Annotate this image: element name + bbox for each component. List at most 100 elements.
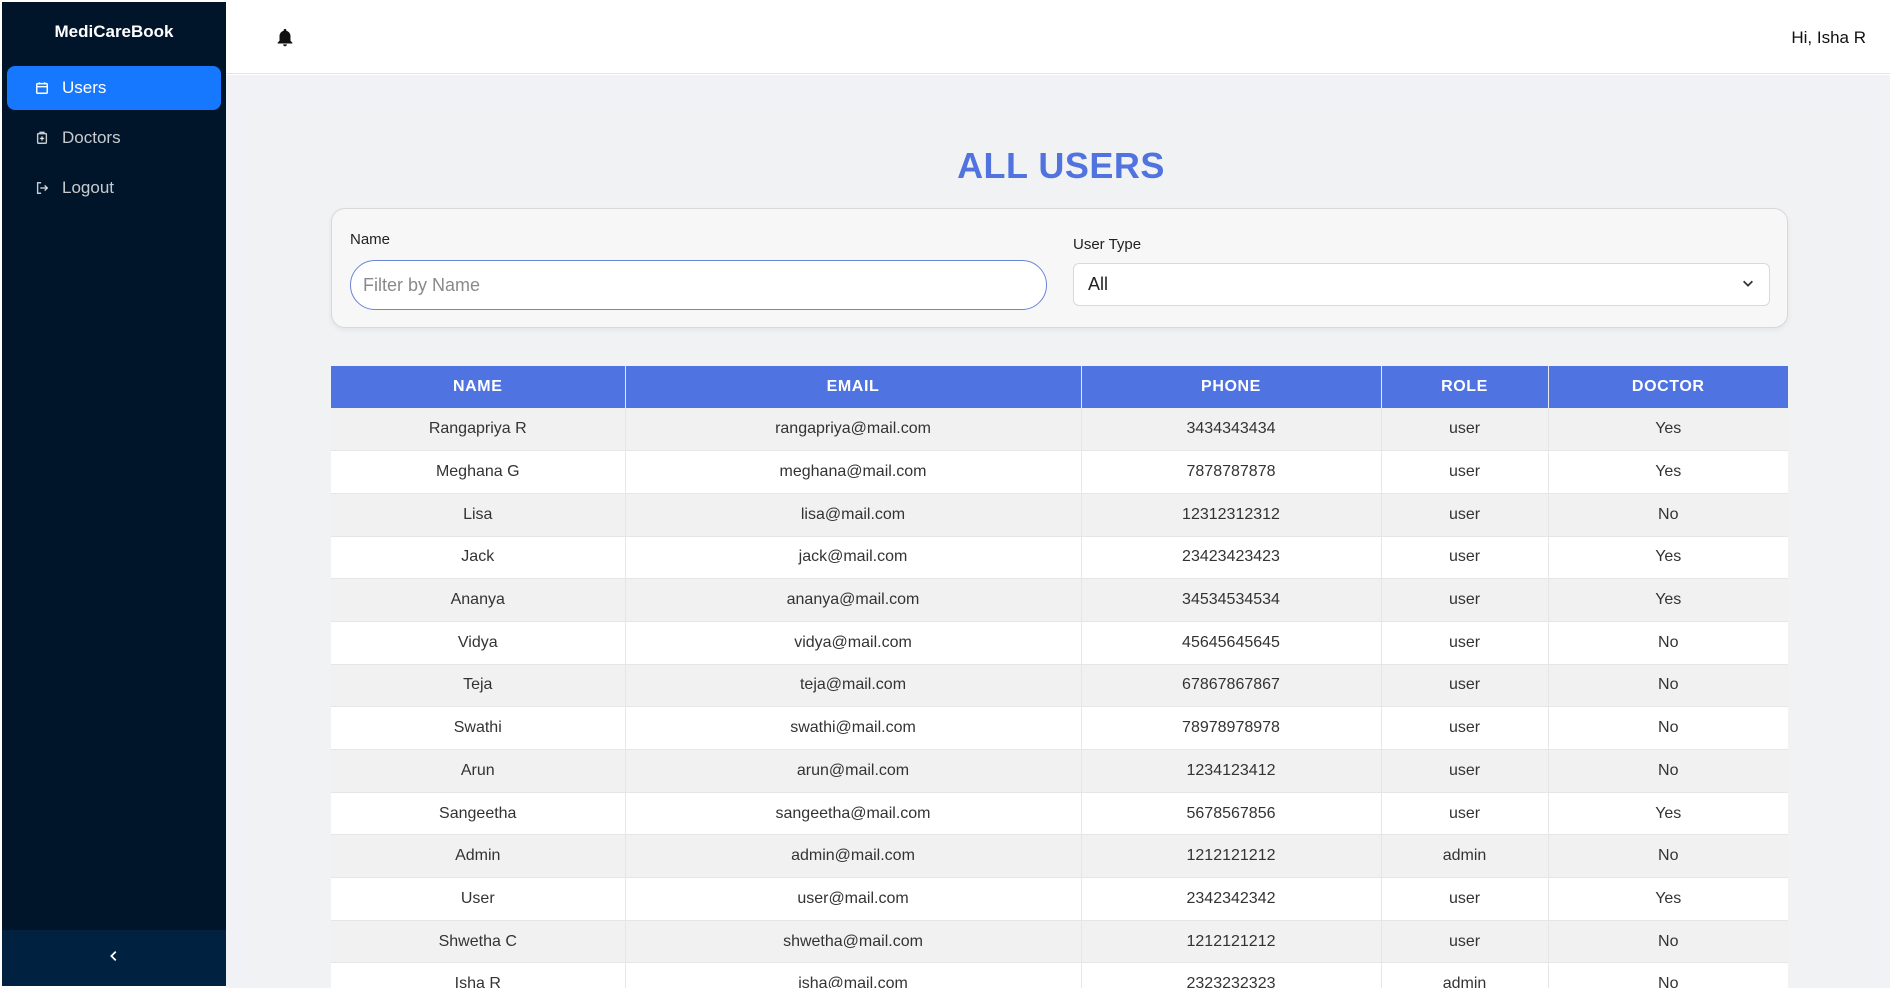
sidebar-item-label: Users bbox=[62, 78, 107, 97]
cell-name: Arun bbox=[331, 749, 626, 793]
cell-email: rangapriya@mail.com bbox=[625, 408, 1082, 452]
column-header-role[interactable]: ROLE bbox=[1381, 366, 1549, 408]
cell-role: user bbox=[1381, 792, 1549, 836]
cell-role: admin bbox=[1381, 834, 1549, 879]
cell-email: jack@mail.com bbox=[625, 536, 1082, 580]
cell-email: vidya@mail.com bbox=[625, 621, 1082, 665]
sidebar-collapse-button[interactable] bbox=[2, 930, 226, 986]
cell-email: isha@mail.com bbox=[625, 962, 1082, 988]
user-type-select[interactable]: All bbox=[1073, 263, 1770, 306]
user-type-label: User Type bbox=[1073, 236, 1142, 253]
table-row[interactable]: Isha Risha@mail.com 2323232323 admin No bbox=[331, 962, 1788, 988]
user-greeting[interactable]: Hi, Isha R bbox=[1791, 28, 1866, 48]
cell-doctor: Yes bbox=[1548, 792, 1788, 836]
cell-name: Sangeetha bbox=[331, 792, 626, 836]
table-row[interactable]: Sangeetha sangeetha@mail.com 5678567856 use… bbox=[331, 792, 1788, 836]
cell-phone: 7878787878 bbox=[1081, 450, 1382, 494]
sidebar-item-logout[interactable]: Logout bbox=[7, 166, 221, 210]
cell-phone: 2323232323 bbox=[1081, 962, 1382, 988]
bell-icon[interactable] bbox=[274, 27, 296, 49]
table-row[interactable]: Meghana Gmeghana@mail.com 7878787878 user Y… bbox=[331, 450, 1788, 494]
cell-email: shwetha@mail.com bbox=[625, 920, 1082, 964]
filter-card: Name User Type All bbox=[331, 208, 1788, 328]
table-row[interactable]: Admin admin@mail.com 1212121212 admin No bbox=[331, 834, 1788, 879]
table-row[interactable]: Swathi swathi@mail.com 78978978978 user No bbox=[331, 706, 1788, 750]
cell-name: Ananya bbox=[331, 578, 626, 622]
column-header-doctor[interactable]: DOCTOR bbox=[1548, 366, 1788, 408]
cell-phone: 67867867867 bbox=[1081, 664, 1382, 708]
cell-name: Teja bbox=[331, 664, 626, 708]
cell-role: user bbox=[1381, 536, 1549, 580]
chevron-left-icon bbox=[107, 949, 121, 968]
cell-role: user bbox=[1381, 664, 1549, 708]
cell-name: User bbox=[331, 877, 626, 921]
column-header-email[interactable]: EMAIL bbox=[625, 366, 1082, 408]
table-row[interactable]: Shwetha Cshwetha@mail.com 1212121212 user N… bbox=[331, 920, 1788, 964]
table-header-row: NAME EMAIL PHONE ROLE DOCTOR bbox=[331, 366, 1788, 408]
sidebar-item-doctors[interactable]: Doctors bbox=[7, 116, 221, 160]
cell-email: user@mail.com bbox=[625, 877, 1082, 921]
cell-name: Meghana G bbox=[331, 450, 626, 494]
cell-email: arun@mail.com bbox=[625, 749, 1082, 793]
table-row[interactable]: Ananya ananya@mail.com 34534534534 user Yes bbox=[331, 578, 1788, 622]
cell-phone: 78978978978 bbox=[1081, 706, 1382, 750]
table-row[interactable]: Rangapriya Rrangapriya@mail.com 343434343… bbox=[331, 408, 1788, 452]
cell-doctor: Yes bbox=[1548, 536, 1788, 580]
table-row[interactable]: Teja teja@mail.com 67867867867 user No bbox=[331, 664, 1788, 708]
cell-doctor: No bbox=[1548, 920, 1788, 964]
sidebar-item-users[interactable]: Users bbox=[7, 66, 221, 110]
cell-doctor: Yes bbox=[1548, 408, 1788, 452]
name-filter-label: Name bbox=[350, 231, 391, 248]
table-body: Rangapriya Rrangapriya@mail.com 343434343… bbox=[331, 408, 1788, 988]
cell-email: meghana@mail.com bbox=[625, 450, 1082, 494]
table-row[interactable]: Jack jack@mail.com 23423423423 user Yes bbox=[331, 536, 1788, 580]
cell-role: user bbox=[1381, 578, 1549, 622]
column-header-name[interactable]: NAME bbox=[331, 366, 626, 408]
cell-role: user bbox=[1381, 408, 1549, 452]
name-filter-input[interactable] bbox=[350, 260, 1047, 310]
cell-doctor: No bbox=[1548, 493, 1788, 537]
cell-doctor: Yes bbox=[1548, 578, 1788, 622]
cell-phone: 12312312312 bbox=[1081, 493, 1382, 537]
table-row[interactable]: Lisa lisa@mail.com 12312312312 user No bbox=[331, 493, 1788, 537]
sidebar-item-label: Doctors bbox=[62, 128, 121, 147]
cell-name: Vidya bbox=[331, 621, 626, 665]
cell-phone: 3434343434 bbox=[1081, 408, 1382, 452]
logout-icon bbox=[34, 180, 50, 196]
table-row[interactable]: Vidya vidya@mail.com 45645645645 user No bbox=[331, 621, 1788, 665]
cell-phone: 1212121212 bbox=[1081, 834, 1382, 879]
cell-email: admin@mail.com bbox=[625, 834, 1082, 879]
cell-phone: 45645645645 bbox=[1081, 621, 1382, 665]
table-row[interactable]: User user@mail.com 2342342342 user Yes bbox=[331, 877, 1788, 921]
app-logo: MediCareBook bbox=[54, 22, 174, 41]
table-row[interactable]: Arun arun@mail.com 1234123412 user No bbox=[331, 749, 1788, 793]
cell-doctor: Yes bbox=[1548, 877, 1788, 921]
cell-role: user bbox=[1381, 706, 1549, 750]
cell-doctor: No bbox=[1548, 749, 1788, 793]
cell-name: Rangapriya R bbox=[331, 408, 626, 452]
cell-email: teja@mail.com bbox=[625, 664, 1082, 708]
sidebar-menu: Users Doctors Logout bbox=[2, 62, 226, 220]
cell-email: ananya@mail.com bbox=[625, 578, 1082, 622]
user-type-value: All bbox=[1088, 274, 1109, 294]
cell-doctor: No bbox=[1548, 962, 1788, 988]
cell-phone: 1234123412 bbox=[1081, 749, 1382, 793]
users-table: NAME EMAIL PHONE ROLE DOCTOR Rangapriya … bbox=[331, 366, 1788, 988]
cell-doctor: Yes bbox=[1548, 450, 1788, 494]
column-header-phone[interactable]: PHONE bbox=[1081, 366, 1382, 408]
sidebar-item-label: Logout bbox=[62, 178, 114, 197]
cell-phone: 5678567856 bbox=[1081, 792, 1382, 836]
cell-name: Shwetha C bbox=[331, 920, 626, 964]
cell-role: user bbox=[1381, 493, 1549, 537]
page-title: ALL USERS bbox=[957, 145, 1165, 186]
chevron-down-icon bbox=[1741, 274, 1755, 295]
cell-phone: 1212121212 bbox=[1081, 920, 1382, 964]
cell-role: user bbox=[1381, 877, 1549, 921]
cell-doctor: No bbox=[1548, 834, 1788, 879]
cell-email: lisa@mail.com bbox=[625, 493, 1082, 537]
cell-name: Swathi bbox=[331, 706, 626, 750]
cell-doctor: No bbox=[1548, 621, 1788, 665]
cell-doctor: No bbox=[1548, 664, 1788, 708]
sidebar: MediCareBook Users Doctors Logout bbox=[2, 2, 226, 986]
calendar-icon bbox=[34, 80, 50, 96]
